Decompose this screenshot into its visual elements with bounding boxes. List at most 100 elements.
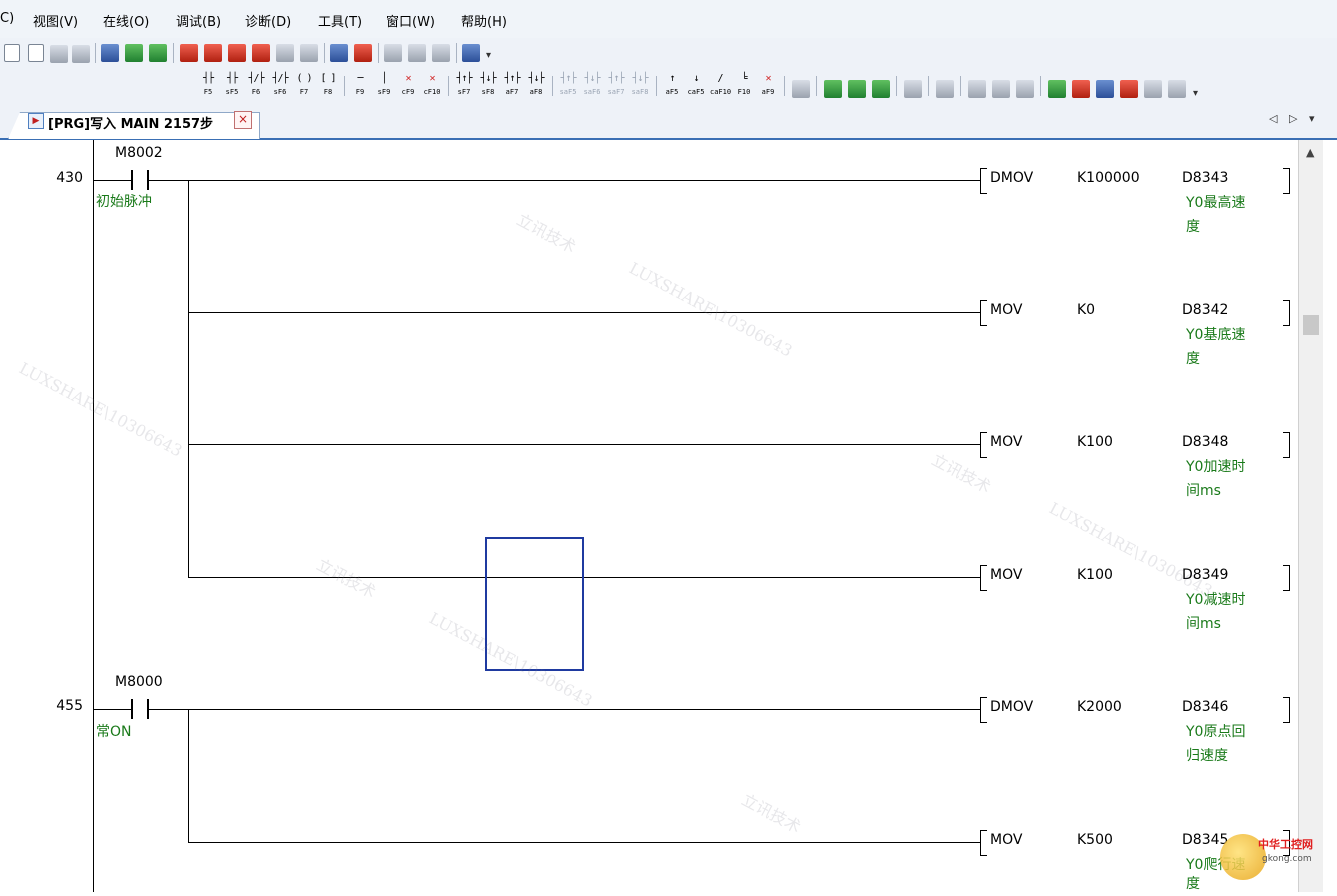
- online-compile-icon[interactable]: [149, 44, 167, 62]
- delete-horizontal-icon[interactable]: ✕ cF9: [398, 74, 418, 100]
- monitor-write-icon[interactable]: [300, 44, 318, 62]
- tab-list-icon[interactable]: ▾: [1309, 112, 1315, 125]
- instruction-op[interactable]: DMOV: [990, 699, 1033, 715]
- rising-pulse-branch-icon[interactable]: ┤↑├ aF7: [502, 74, 522, 100]
- falling-pulse-neg-icon[interactable]: ┤↓├ saF6: [582, 74, 602, 100]
- comment-icon[interactable]: [968, 80, 986, 98]
- instruction-op[interactable]: MOV: [990, 434, 1022, 450]
- instruction-dst[interactable]: D8348: [1182, 434, 1228, 450]
- instruction-src[interactable]: K100: [1077, 434, 1113, 450]
- instruction-op[interactable]: MOV: [990, 832, 1022, 848]
- menu-item-diagnostics[interactable]: 诊断(D): [245, 11, 291, 30]
- menu-item-help[interactable]: 帮助(H): [461, 11, 507, 30]
- instruction-icon[interactable]: [ ] F8: [318, 74, 338, 100]
- instruction-src[interactable]: K100: [1077, 567, 1113, 583]
- instruction-src[interactable]: K2000: [1077, 699, 1122, 715]
- open-branch-icon[interactable]: ┤├ sF5: [222, 74, 242, 100]
- undo-icon[interactable]: [50, 45, 68, 63]
- falling-pulse-neg-branch-icon[interactable]: ┤↓├ saF8: [630, 74, 650, 100]
- menu-item-debug[interactable]: 调试(B): [176, 11, 221, 30]
- replace-device-icon[interactable]: [1120, 80, 1138, 98]
- coil-icon[interactable]: ( ) F7: [294, 74, 314, 100]
- tab-scroll-right-icon[interactable]: ▷: [1289, 112, 1297, 125]
- menu-item-window[interactable]: 窗口(W): [386, 11, 435, 30]
- operation-rising-icon[interactable]: ↑ aF5: [662, 74, 682, 100]
- line-input-icon[interactable]: ╘ F10: [734, 74, 754, 100]
- instruction-src[interactable]: K100000: [1077, 170, 1140, 186]
- instruction-bracket-right: [1283, 565, 1290, 591]
- replace-icon[interactable]: [408, 44, 426, 62]
- line-delete-icon[interactable]: ✕ aF9: [758, 74, 778, 100]
- compile-icon[interactable]: [101, 44, 119, 62]
- copy-icon[interactable]: [4, 44, 20, 62]
- monitor-stop-icon[interactable]: [276, 44, 294, 62]
- contact-device[interactable]: M8000: [115, 674, 163, 690]
- instruction-op[interactable]: DMOV: [990, 170, 1033, 186]
- ladder-window-icon[interactable]: [1144, 80, 1162, 98]
- toolbar-separator: [324, 43, 325, 63]
- rising-pulse-neg-branch-icon[interactable]: ┤↑├ saF7: [606, 74, 626, 100]
- delete-vertical-icon[interactable]: ✕ cF10: [422, 74, 442, 100]
- instruction-dst[interactable]: D8342: [1182, 302, 1228, 318]
- vertical-line-icon[interactable]: │ sF9: [374, 74, 394, 100]
- toolbar-separator: [378, 43, 379, 63]
- display-mode-icon[interactable]: [1048, 80, 1066, 98]
- connection-icon[interactable]: [462, 44, 480, 62]
- find-icon[interactable]: [384, 44, 402, 62]
- menu-item-tools[interactable]: 工具(T): [318, 11, 362, 30]
- instruction-bracket-left: [980, 565, 987, 591]
- instruction-op[interactable]: MOV: [990, 567, 1022, 583]
- rising-pulse-neg-icon[interactable]: ┤↑├ saF5: [558, 74, 578, 100]
- monitor-start-icon[interactable]: [252, 44, 270, 62]
- closed-branch-icon[interactable]: ┤/├ sF6: [270, 74, 290, 100]
- verify-plc-icon[interactable]: [228, 44, 246, 62]
- instruction-dst[interactable]: D8346: [1182, 699, 1228, 715]
- scrollbar-thumb[interactable]: [1303, 315, 1319, 335]
- instruction-src[interactable]: K500: [1077, 832, 1113, 848]
- read-from-plc-icon[interactable]: [204, 44, 222, 62]
- note-icon[interactable]: [1016, 80, 1034, 98]
- close-icon[interactable]: ×: [234, 111, 252, 129]
- tab-scroll-left-icon[interactable]: ◁: [1269, 112, 1277, 125]
- delete-row-icon[interactable]: [936, 80, 954, 98]
- instruction-op[interactable]: MOV: [990, 302, 1022, 318]
- redo-icon[interactable]: [72, 45, 90, 63]
- menu-item-project[interactable]: C): [0, 11, 14, 26]
- rung-line: [188, 577, 980, 578]
- zoom-icon[interactable]: [1168, 80, 1186, 98]
- device-search-icon[interactable]: [1096, 80, 1114, 98]
- st-icon[interactable]: [792, 80, 810, 98]
- write-to-plc-icon[interactable]: [180, 44, 198, 62]
- device-comment: 度: [1186, 876, 1200, 892]
- device-batch-icon[interactable]: [330, 44, 348, 62]
- toolbar-overflow-icon[interactable]: ▾: [486, 50, 491, 61]
- paste-icon[interactable]: [28, 44, 44, 62]
- ladder-convert-icon[interactable]: [848, 80, 866, 98]
- invert-icon[interactable]: / caF10: [710, 74, 731, 100]
- toolbar-overflow-icon[interactable]: ▾: [1193, 88, 1198, 99]
- ladder-edit-icon[interactable]: [824, 80, 842, 98]
- compile-all-icon[interactable]: [125, 44, 143, 62]
- scroll-up-icon[interactable]: ▲: [1306, 146, 1314, 159]
- vertical-scrollbar[interactable]: ▲: [1298, 140, 1324, 892]
- device-test-icon[interactable]: [354, 44, 372, 62]
- device-comment: Y0加速时: [1186, 459, 1246, 475]
- falling-pulse-branch-icon[interactable]: ┤↓├ aF8: [526, 74, 546, 100]
- operation-falling-icon[interactable]: ↓ caF5: [686, 74, 706, 100]
- instruction-src[interactable]: K0: [1077, 302, 1095, 318]
- horizontal-line-icon[interactable]: ─ F9: [350, 74, 370, 100]
- rising-pulse-icon[interactable]: ┤↑├ sF7: [454, 74, 474, 100]
- write-mode-icon[interactable]: [1072, 80, 1090, 98]
- instruction-dst[interactable]: D8343: [1182, 170, 1228, 186]
- contact-device[interactable]: M8002: [115, 145, 163, 161]
- statement-icon[interactable]: [992, 80, 1010, 98]
- open-contact-icon[interactable]: ┤├ F5: [198, 74, 218, 100]
- closed-contact-icon[interactable]: ┤/├ F6: [246, 74, 266, 100]
- menu-item-view[interactable]: 视图(V): [33, 11, 78, 30]
- ladder-editor[interactable]: [0, 140, 1337, 892]
- ladder-convert-all-icon[interactable]: [872, 80, 890, 98]
- menu-item-online[interactable]: 在线(O): [103, 11, 149, 30]
- cross-reference-icon[interactable]: [432, 44, 450, 62]
- falling-pulse-icon[interactable]: ┤↓├ sF8: [478, 74, 498, 100]
- insert-row-icon[interactable]: [904, 80, 922, 98]
